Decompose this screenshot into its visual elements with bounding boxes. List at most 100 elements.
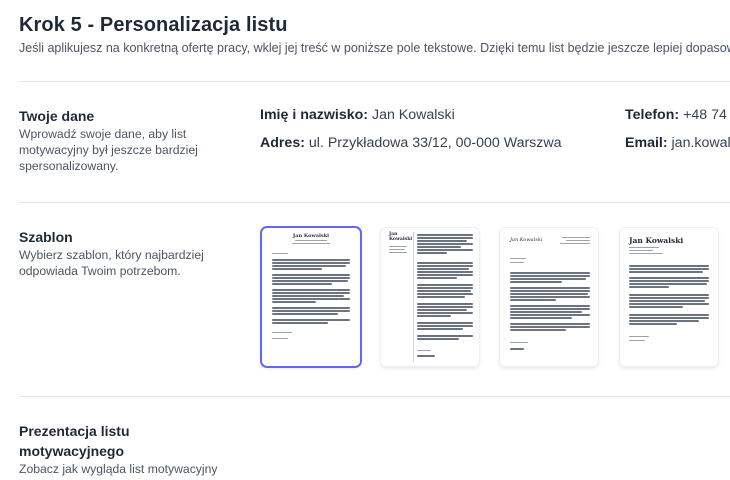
template-line [510, 317, 572, 319]
template-line [389, 249, 405, 251]
template-line [629, 300, 705, 302]
template-line [417, 252, 447, 254]
template-line [510, 311, 582, 313]
template-option-2[interactable]: Jan Kowalski [381, 228, 479, 366]
template-line [629, 268, 709, 270]
template-line [510, 296, 590, 298]
template-line [272, 310, 350, 312]
template-line [510, 299, 556, 301]
template-line [417, 268, 469, 270]
template-line [292, 243, 330, 245]
template-line [295, 240, 327, 242]
template-line [417, 338, 459, 340]
template-line [417, 262, 473, 264]
template-line [510, 326, 590, 328]
template-name: Jan Kowalski [510, 237, 543, 243]
template-line [629, 340, 645, 342]
template-line [629, 277, 709, 279]
template-line [417, 265, 473, 267]
template-line [417, 290, 471, 292]
template-line [629, 250, 653, 252]
template-line [510, 305, 590, 307]
template-line [510, 314, 590, 316]
template-line [389, 252, 407, 254]
template-line [510, 287, 590, 289]
template-line [417, 312, 473, 314]
email-field[interactable]: Email: jan.kowal [625, 135, 730, 151]
template-option-1[interactable]: Jan Kowalski [262, 228, 360, 366]
template-line [417, 249, 473, 251]
divider [19, 81, 730, 82]
template-line [272, 301, 316, 303]
email-label: Email: [625, 135, 668, 151]
template-line [417, 240, 467, 242]
template-name: Jan Kowalski [292, 233, 330, 239]
name-field[interactable]: Imię i nazwisko: Jan Kowalski [260, 107, 455, 123]
phone-field[interactable]: Telefon: +48 74 [625, 107, 727, 123]
name-label: Imię i nazwisko: [260, 107, 369, 123]
template-line [417, 355, 435, 357]
template-line [272, 292, 350, 294]
template-line [417, 293, 473, 295]
section-presentation-title: Prezentacja listu motywacyjnego [19, 423, 130, 459]
template-line [417, 274, 473, 276]
template-line [272, 313, 338, 315]
template-line [272, 332, 292, 334]
template-line [629, 253, 663, 255]
template-line [629, 297, 709, 299]
template-option-3[interactable]: Jan Kowalski [500, 228, 598, 366]
template-line [629, 283, 707, 285]
address-value: ul. Przykładowa 33/12, 00-000 Warszwa [308, 135, 562, 151]
section-template-desc: Wybierz szablon, który najbardziej odpow… [19, 248, 204, 278]
template-name: Jan Kowalski [389, 232, 413, 242]
template-line [417, 335, 473, 337]
template-line [272, 253, 288, 255]
template-line [417, 287, 473, 289]
template-line [417, 328, 463, 330]
template-line [510, 258, 526, 260]
template-line [272, 265, 346, 267]
template-line [629, 323, 677, 325]
template-line [272, 322, 328, 324]
template-line [417, 325, 473, 327]
template-line [417, 322, 473, 324]
phone-value: +48 74 [683, 107, 727, 123]
section-personal-desc: Wprowadź swoje dane, aby list motywacyjn… [19, 127, 198, 173]
template-line [417, 284, 473, 286]
template-line [417, 350, 431, 352]
template-line [562, 237, 590, 239]
template-name: Jan Kowalski [629, 236, 684, 245]
template-line [629, 265, 709, 267]
template-line [272, 298, 350, 300]
template-line [417, 315, 451, 317]
template-line [272, 268, 322, 270]
template-line [629, 280, 709, 282]
template-line [629, 271, 703, 273]
template-line [629, 336, 649, 338]
template-line [272, 274, 350, 276]
address-field[interactable]: Adres: ul. Przykładowa 33/12, 00-000 War… [260, 135, 562, 151]
template-line [417, 277, 457, 279]
template-line [272, 280, 348, 282]
template-line [510, 293, 588, 295]
template-line [629, 320, 699, 322]
template-line [417, 243, 473, 245]
phone-label: Telefon: [625, 107, 680, 123]
template-line [272, 283, 332, 285]
page-title: Krok 5 - Personalizacja listu [19, 14, 288, 36]
template-line [510, 323, 590, 325]
template-line [272, 259, 350, 261]
template-line [510, 308, 590, 310]
template-option-4[interactable]: Jan Kowalski [620, 228, 718, 366]
template-line [510, 290, 590, 292]
template-line [272, 262, 350, 264]
template-line [629, 314, 709, 316]
section-template-title: Szablon [19, 229, 73, 245]
template-line [417, 296, 465, 298]
section-presentation-desc: Zobacz jak wygląda list motywacyjny [19, 462, 218, 476]
template-line [417, 271, 473, 273]
template-line [629, 247, 659, 249]
page-subtitle: Jeśli aplikujesz na konkretną ofertę pra… [19, 41, 730, 55]
template-line [417, 234, 473, 236]
divider [19, 202, 730, 203]
